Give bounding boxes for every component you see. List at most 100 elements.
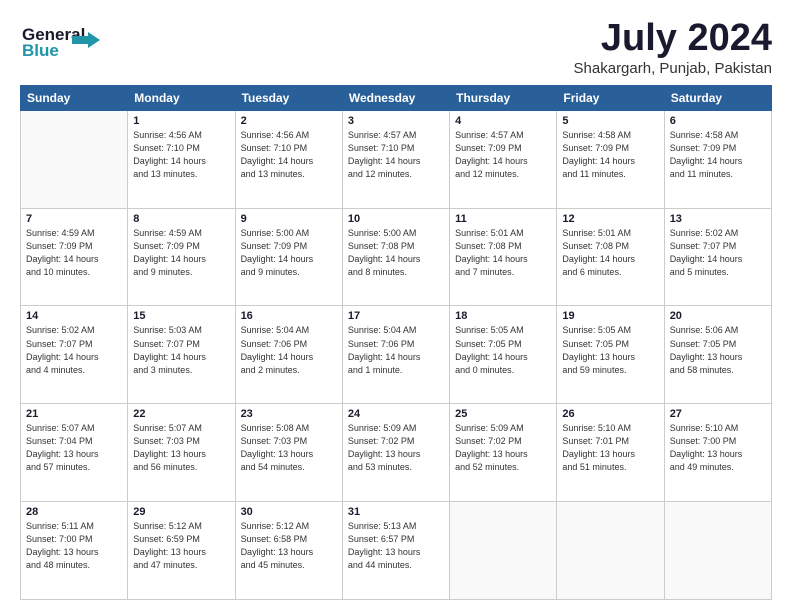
day-number: 5 [562,115,658,127]
day-info: Sunrise: 5:06 AMSunset: 7:05 PMDaylight:… [670,324,766,376]
day-number: 16 [241,310,337,322]
table-row: 24 Sunrise: 5:09 AMSunset: 7:02 PMDayligh… [342,404,449,502]
table-row: 10 Sunrise: 5:00 AMSunset: 7:08 PMDayligh… [342,208,449,306]
table-row: 25 Sunrise: 5:09 AMSunset: 7:02 PMDayligh… [450,404,557,502]
day-info: Sunrise: 5:12 AMSunset: 6:59 PMDaylight:… [133,520,229,572]
day-info: Sunrise: 4:58 AMSunset: 7:09 PMDaylight:… [562,129,658,181]
calendar-page: General Blue July 2024 Shakargarh, Punja… [0,0,792,612]
day-number: 26 [562,408,658,420]
day-number: 6 [670,115,766,127]
table-row: 15 Sunrise: 5:03 AMSunset: 7:07 PMDayligh… [128,306,235,404]
col-thursday: Thursday [450,85,557,110]
table-row: 12Sunrise: 5:01 AMSunset: 7:08 PMDayligh… [557,208,664,306]
day-number: 2 [241,115,337,127]
day-number: 15 [133,310,229,322]
day-info: Sunrise: 5:01 AMSunset: 7:08 PMDaylight:… [562,227,658,279]
table-row: 6 Sunrise: 4:58 AMSunset: 7:09 PMDaylight… [664,110,771,208]
day-number: 21 [26,408,122,420]
day-info: Sunrise: 4:57 AMSunset: 7:09 PMDaylight:… [455,129,551,181]
day-number: 19 [562,310,658,322]
day-info: Sunrise: 5:03 AMSunset: 7:07 PMDaylight:… [133,324,229,376]
day-number: 22 [133,408,229,420]
svg-text:Blue: Blue [22,41,59,60]
header-row: Sunday Monday Tuesday Wednesday Thursday… [21,85,772,110]
day-info: Sunrise: 5:08 AMSunset: 7:03 PMDaylight:… [241,422,337,474]
day-info: Sunrise: 5:07 AMSunset: 7:04 PMDaylight:… [26,422,122,474]
month-title: July 2024 [574,18,772,60]
title-block: July 2024 Shakargarh, Punjab, Pakistan [574,18,772,77]
day-info: Sunrise: 5:13 AMSunset: 6:57 PMDaylight:… [348,520,444,572]
day-info: Sunrise: 5:02 AMSunset: 7:07 PMDaylight:… [26,324,122,376]
table-row: 23 Sunrise: 5:08 AMSunset: 7:03 PMDayligh… [235,404,342,502]
table-row: 1 Sunrise: 4:56 AMSunset: 7:10 PMDaylight… [128,110,235,208]
day-number: 8 [133,213,229,225]
day-info: Sunrise: 5:05 AMSunset: 7:05 PMDaylight:… [562,324,658,376]
day-info: Sunrise: 5:09 AMSunset: 7:02 PMDaylight:… [455,422,551,474]
day-number: 25 [455,408,551,420]
day-info: Sunrise: 5:02 AMSunset: 7:07 PMDaylight:… [670,227,766,279]
day-info: Sunrise: 5:10 AMSunset: 7:00 PMDaylight:… [670,422,766,474]
day-number: 24 [348,408,444,420]
day-number: 23 [241,408,337,420]
col-monday: Monday [128,85,235,110]
day-info: Sunrise: 4:59 AMSunset: 7:09 PMDaylight:… [133,227,229,279]
day-info: Sunrise: 4:59 AMSunset: 7:09 PMDaylight:… [26,227,122,279]
day-number: 20 [670,310,766,322]
header: General Blue July 2024 Shakargarh, Punja… [20,18,772,77]
table-row: 31Sunrise: 5:13 AMSunset: 6:57 PMDayligh… [342,502,449,600]
table-row: 29 Sunrise: 5:12 AMSunset: 6:59 PMDayligh… [128,502,235,600]
day-info: Sunrise: 5:04 AMSunset: 7:06 PMDaylight:… [348,324,444,376]
table-row: 14 Sunrise: 5:02 AMSunset: 7:07 PMDayligh… [21,306,128,404]
table-row: 27 Sunrise: 5:10 AMSunset: 7:00 PMDayligh… [664,404,771,502]
table-row: 18 Sunrise: 5:05 AMSunset: 7:05 PMDayligh… [450,306,557,404]
table-row: 9Sunrise: 5:00 AMSunset: 7:09 PMDaylight… [235,208,342,306]
table-row: 30 Sunrise: 5:12 AMSunset: 6:58 PMDayligh… [235,502,342,600]
table-row: 2 Sunrise: 4:56 AMSunset: 7:10 PMDaylight… [235,110,342,208]
logo: General Blue [20,18,130,60]
day-info: Sunrise: 4:56 AMSunset: 7:10 PMDaylight:… [133,129,229,181]
table-row: 20 Sunrise: 5:06 AMSunset: 7:05 PMDayligh… [664,306,771,404]
day-info: Sunrise: 5:12 AMSunset: 6:58 PMDaylight:… [241,520,337,572]
table-row: 11 Sunrise: 5:01 AMSunset: 7:08 PMDayligh… [450,208,557,306]
day-number: 17 [348,310,444,322]
table-row: 5 Sunrise: 4:58 AMSunset: 7:09 PMDaylight… [557,110,664,208]
table-row: 3 Sunrise: 4:57 AMSunset: 7:10 PMDaylight… [342,110,449,208]
day-info: Sunrise: 4:58 AMSunset: 7:09 PMDaylight:… [670,129,766,181]
table-row [664,502,771,600]
day-info: Sunrise: 5:04 AMSunset: 7:06 PMDaylight:… [241,324,337,376]
col-friday: Friday [557,85,664,110]
day-number: 1 [133,115,229,127]
table-row: 8 Sunrise: 4:59 AMSunset: 7:09 PMDaylight… [128,208,235,306]
day-number: 27 [670,408,766,420]
calendar-table: Sunday Monday Tuesday Wednesday Thursday… [20,85,772,600]
logo-svg: General Blue [20,18,130,60]
day-info: Sunrise: 5:00 AMSunset: 7:09 PMDaylight:… [241,227,337,279]
day-number: 7 [26,213,122,225]
day-number: 10 [348,213,444,225]
table-row [450,502,557,600]
location: Shakargarh, Punjab, Pakistan [574,60,772,77]
day-number: 13 [670,213,766,225]
day-number: 4 [455,115,551,127]
day-number: 14 [26,310,122,322]
day-info: Sunrise: 4:56 AMSunset: 7:10 PMDaylight:… [241,129,337,181]
table-row: 16 Sunrise: 5:04 AMSunset: 7:06 PMDayligh… [235,306,342,404]
day-number: 3 [348,115,444,127]
day-number: 29 [133,506,229,518]
day-info: Sunrise: 5:01 AMSunset: 7:08 PMDaylight:… [455,227,551,279]
day-info: Sunrise: 5:10 AMSunset: 7:01 PMDaylight:… [562,422,658,474]
table-row: 19 Sunrise: 5:05 AMSunset: 7:05 PMDayligh… [557,306,664,404]
col-tuesday: Tuesday [235,85,342,110]
table-row [21,110,128,208]
table-row: 13 Sunrise: 5:02 AMSunset: 7:07 PMDayligh… [664,208,771,306]
day-info: Sunrise: 5:05 AMSunset: 7:05 PMDaylight:… [455,324,551,376]
day-number: 30 [241,506,337,518]
day-info: Sunrise: 5:09 AMSunset: 7:02 PMDaylight:… [348,422,444,474]
day-number: 18 [455,310,551,322]
table-row: 21 Sunrise: 5:07 AMSunset: 7:04 PMDayligh… [21,404,128,502]
table-row: 4 Sunrise: 4:57 AMSunset: 7:09 PMDaylight… [450,110,557,208]
day-info: Sunrise: 4:57 AMSunset: 7:10 PMDaylight:… [348,129,444,181]
day-info: Sunrise: 5:00 AMSunset: 7:08 PMDaylight:… [348,227,444,279]
table-row: 28Sunrise: 5:11 AMSunset: 7:00 PMDayligh… [21,502,128,600]
day-number: 11 [455,213,551,225]
